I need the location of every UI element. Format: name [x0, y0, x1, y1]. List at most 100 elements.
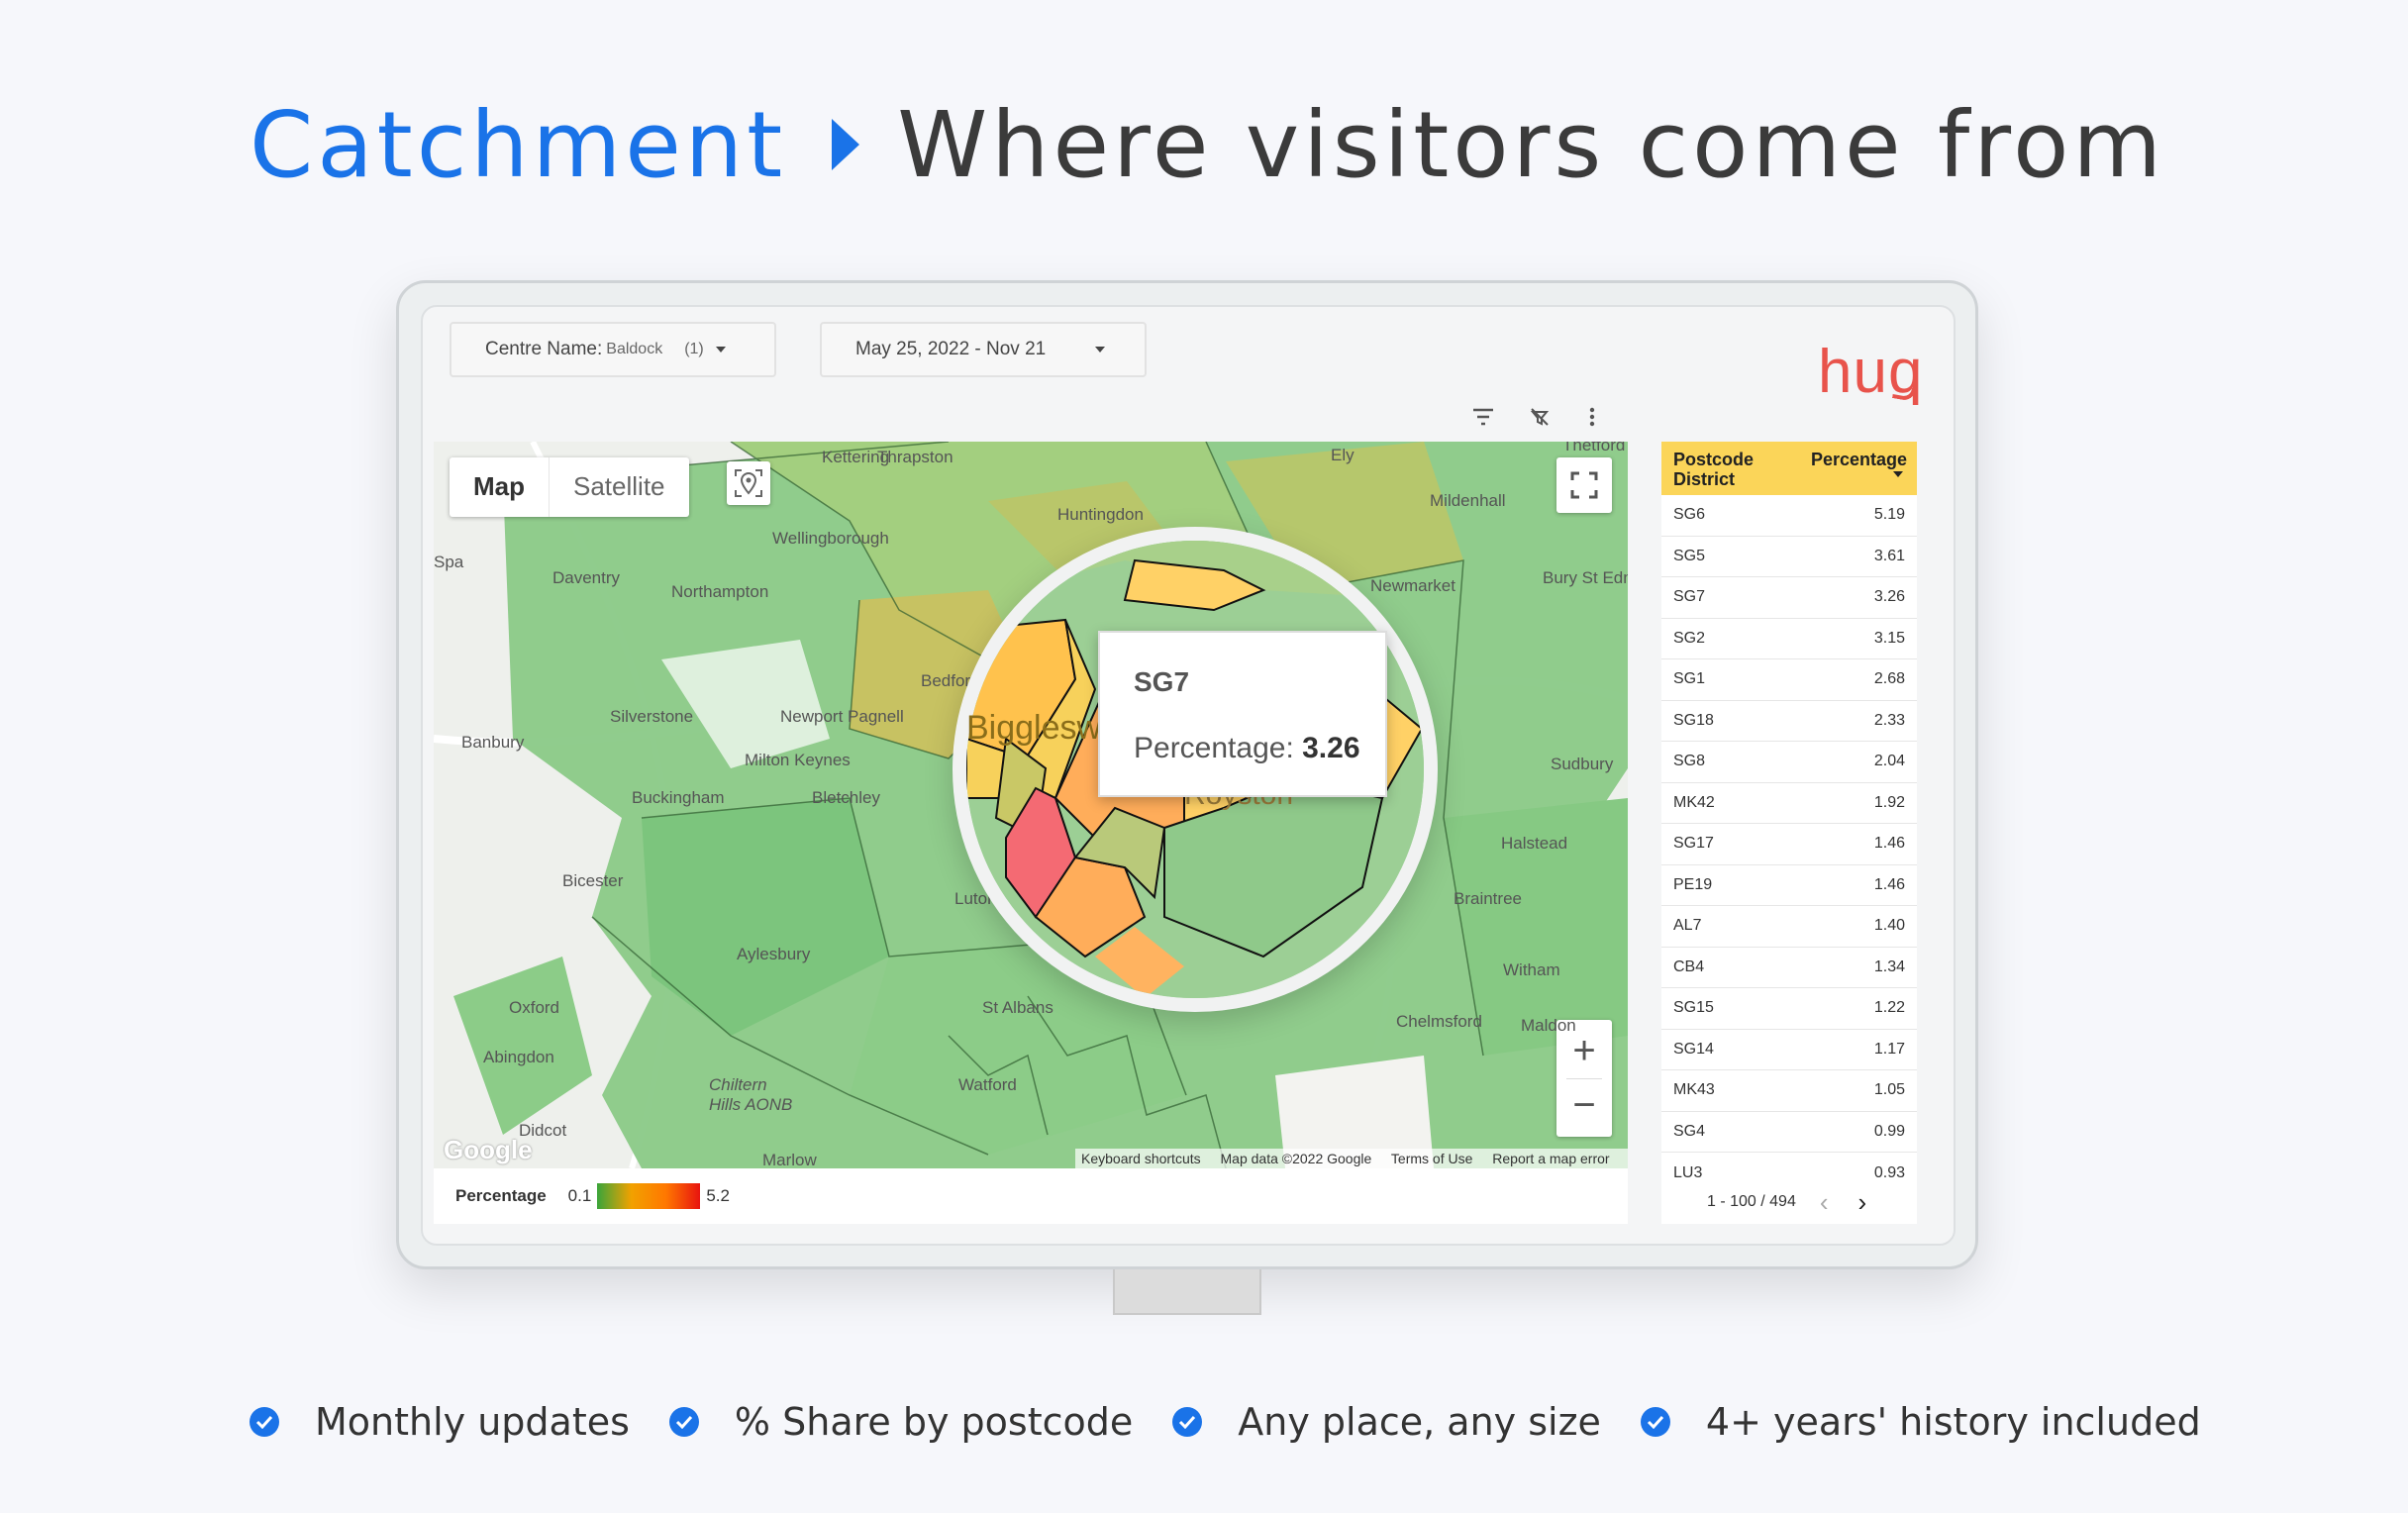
legend-max: 5.2: [706, 1186, 730, 1205]
cell-percentage: 2.68: [1873, 670, 1905, 688]
caret-right-icon: [832, 119, 860, 170]
zoom-in-button[interactable]: +: [1572, 1023, 1595, 1078]
table-row[interactable]: SG7 3.26: [1661, 577, 1917, 619]
place-label: Bicester: [562, 871, 624, 890]
headline-catchment: Catchment: [250, 91, 787, 198]
table-row[interactable]: SG14 1.17: [1661, 1030, 1917, 1070]
cell-percentage: 1.46: [1873, 835, 1905, 853]
clear-filter-icon[interactable]: [1529, 406, 1551, 435]
headline: Catchment Where visitors come from: [250, 85, 2165, 204]
centre-name-filter[interactable]: Centre Name: Baldock (1): [450, 322, 776, 377]
table-row[interactable]: AL7 1.40: [1661, 906, 1917, 948]
place-label: Oxford: [509, 998, 560, 1017]
table-body: SG6 5.19 SG5 3.61 SG7 3.26 SG2 3.15 SG1 2.68 …: [1661, 495, 1917, 1194]
legend-gradient: [597, 1183, 701, 1209]
keyboard-shortcuts-link[interactable]: Keyboard shortcuts: [1081, 1151, 1201, 1166]
place-label: Watford: [958, 1075, 1017, 1094]
place-label: Silverstone: [610, 707, 694, 726]
tooltip-value: 3.26: [1302, 732, 1360, 764]
cell-percentage: 2.33: [1873, 711, 1905, 729]
table-row[interactable]: SG15 1.22: [1661, 988, 1917, 1030]
date-range-value: May 25, 2022 - Nov 21: [855, 339, 1047, 359]
place-label: Banbury: [461, 733, 525, 752]
place-label: Bletchley: [812, 788, 880, 807]
place-label: Newport Pagnell: [780, 707, 904, 726]
cell-district: SG14: [1673, 1040, 1714, 1058]
check-circle-icon: [1640, 1407, 1670, 1437]
cell-percentage: 3.61: [1873, 547, 1905, 564]
table-row[interactable]: SG17 1.46: [1661, 824, 1917, 865]
table-row[interactable]: SG18 2.33: [1661, 701, 1917, 742]
place-label: Halstead: [1501, 834, 1568, 853]
column-header-percentage-label: Percentage: [1810, 450, 1907, 469]
cell-district: SG8: [1673, 753, 1706, 770]
cell-percentage: 1.92: [1873, 793, 1905, 811]
table-pagination: 1 - 100 / 494 ‹ ›: [1661, 1180, 1917, 1224]
cell-district: PE19: [1673, 875, 1713, 893]
feature-list: Monthly updates % Share by postcode Any …: [250, 1392, 2241, 1452]
place-label: Ely: [1331, 446, 1354, 464]
feature-item: Monthly updates: [250, 1400, 630, 1444]
report-error-link[interactable]: Report a map error: [1492, 1151, 1609, 1166]
place-label: Witham: [1503, 960, 1560, 979]
cell-district: SG2: [1673, 629, 1706, 647]
chevron-down-icon: [715, 347, 726, 353]
table-row[interactable]: MK42 1.92: [1661, 783, 1917, 824]
check-circle-icon: [668, 1407, 699, 1437]
table-row[interactable]: CB4 1.34: [1661, 948, 1917, 988]
place-label: Sudbury: [1551, 755, 1614, 773]
map-attribution: Keyboard shortcuts Map data ©2022 Google…: [1075, 1149, 1628, 1168]
feature-item: Any place, any size: [1172, 1400, 1601, 1444]
place-label: Chiltern Hills AONB: [709, 1075, 793, 1114]
more-vert-icon[interactable]: [1588, 406, 1596, 435]
tooltip-body: Percentage: 3.26: [1134, 732, 1360, 765]
terms-link[interactable]: Terms of Use: [1391, 1151, 1472, 1166]
place-label: Aylesbury: [737, 945, 811, 963]
feature-label: 4+ years' history included: [1705, 1400, 2201, 1444]
table-row[interactable]: SG5 3.61: [1661, 537, 1917, 577]
filter-icon[interactable]: [1471, 406, 1495, 434]
feature-item: 4+ years' history included: [1640, 1400, 2201, 1444]
feature-label: Any place, any size: [1238, 1400, 1601, 1444]
centre-name-label: Centre Name:: [485, 339, 603, 359]
cell-district: MK42: [1673, 793, 1715, 811]
place-label: Braintree: [1454, 889, 1522, 908]
table-row[interactable]: SG8 2.04: [1661, 742, 1917, 783]
legend-min: 0.1: [567, 1186, 592, 1205]
check-circle-icon: [250, 1407, 279, 1437]
feature-item: % Share by postcode: [668, 1400, 1134, 1444]
headline-subtitle: Where visitors come from: [897, 91, 2166, 198]
cell-district: SG4: [1673, 1122, 1706, 1140]
table-row[interactable]: SG2 3.15: [1661, 619, 1917, 659]
column-header-district[interactable]: Postcode District: [1673, 450, 1772, 495]
feature-label: % Share by postcode: [734, 1400, 1134, 1444]
place-label: Thrapston: [877, 448, 953, 466]
table-row[interactable]: SG4 0.99: [1661, 1112, 1917, 1153]
centre-name-value: Baldock: [606, 341, 663, 357]
place-label: Chelmsford: [1396, 1012, 1482, 1031]
date-range-filter[interactable]: May 25, 2022 - Nov 21: [820, 322, 1147, 377]
table-row[interactable]: MK43 1.05: [1661, 1070, 1917, 1112]
legend-title: Percentage: [455, 1186, 547, 1205]
zoom-out-button[interactable]: −: [1572, 1079, 1595, 1135]
location-icon: [735, 469, 762, 497]
map-type-satellite[interactable]: Satellite: [549, 457, 689, 517]
table-header: Postcode District Percentage: [1661, 442, 1917, 495]
cell-percentage: 3.15: [1873, 629, 1905, 647]
fullscreen-button[interactable]: [1556, 457, 1612, 513]
chevron-down-icon: [1095, 347, 1106, 353]
chevron-right-icon[interactable]: ›: [1858, 1187, 1867, 1218]
table-row[interactable]: SG6 5.19: [1661, 495, 1917, 537]
cell-district: SG6: [1673, 506, 1706, 524]
cell-district: MK43: [1673, 1081, 1715, 1099]
table-row[interactable]: SG1 2.68: [1661, 659, 1917, 701]
my-location-button[interactable]: [727, 461, 770, 505]
chevron-left-icon[interactable]: ‹: [1820, 1187, 1829, 1218]
column-header-percentage[interactable]: Percentage: [1811, 450, 1907, 495]
place-label: Buckingham: [632, 788, 725, 807]
google-logo: Google: [444, 1135, 533, 1164]
cell-percentage: 2.04: [1873, 753, 1905, 770]
map-type-map[interactable]: Map: [450, 457, 549, 517]
place-label: St Albans: [982, 998, 1054, 1017]
table-row[interactable]: PE19 1.46: [1661, 865, 1917, 906]
